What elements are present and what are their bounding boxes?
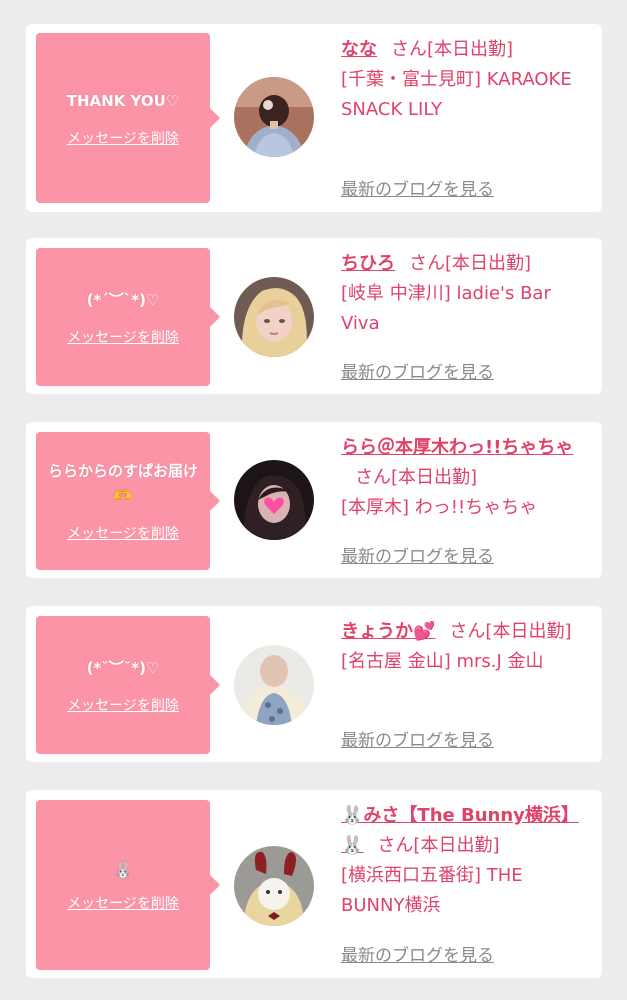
view-blog-link[interactable]: 最新のブログを見る	[341, 175, 494, 200]
girl-card: (*˘︶˘*)♡ メッセージを削除 きょうか💕 さん[本日出勤] [名古屋 金山]…	[26, 606, 602, 762]
work-status: [本日出勤]	[391, 467, 478, 488]
honorific: さん	[377, 835, 414, 856]
shop-name: [横浜西口五番街] THE BUNNY横浜	[341, 865, 523, 916]
honorific: さん	[355, 467, 391, 488]
delete-message-link[interactable]: メッセージを削除	[67, 893, 179, 913]
girl-name-link[interactable]: らら＠本厚木わっ!!ちゃちゃ	[341, 437, 573, 458]
girl-info: きょうか💕 さん[本日出勤] [名古屋 金山] mrs.J 金山	[341, 617, 591, 677]
shop-name: [岐阜 中津川] ladie's Bar Viva	[341, 283, 551, 334]
girl-card: 🐰 メッセージを削除 🐰みさ【The Bunny横浜】🐰 さん[本日出勤] [横浜…	[26, 790, 602, 978]
delete-message-link[interactable]: メッセージを削除	[67, 327, 179, 347]
message-text: 🐰	[113, 860, 133, 879]
woman-hair-updo-photo-icon	[234, 77, 314, 157]
work-status: [本日出勤]	[485, 621, 572, 642]
blonde-woman-photo-icon	[234, 277, 314, 357]
girl-info: らら＠本厚木わっ!!ちゃちゃさん[本日出勤] [本厚木] わっ!!ちゃちゃ	[341, 433, 591, 523]
view-blog-link[interactable]: 最新のブログを見る	[341, 726, 494, 751]
bunny-ears-woman-photo-icon	[234, 846, 314, 926]
dark-hair-heart-sticker-photo-icon	[234, 460, 314, 540]
avatar[interactable]	[234, 645, 314, 725]
girl-info: ちひろ さん[本日出勤] [岐阜 中津川] ladie's Bar Viva	[341, 249, 591, 339]
avatar[interactable]	[234, 460, 314, 540]
view-blog-link[interactable]: 最新のブログを見る	[341, 358, 494, 383]
honorific: さん	[409, 253, 445, 274]
honorific: さん	[391, 39, 427, 60]
message-bubble: (*´︶`*)♡ メッセージを削除	[36, 248, 220, 386]
message-text: (*´︶`*)♡	[86, 290, 160, 309]
girl-name-link[interactable]: きょうか💕	[341, 621, 435, 642]
delete-message-link[interactable]: メッセージを削除	[67, 695, 179, 715]
woman-cardigan-photo-icon	[234, 645, 314, 725]
delete-message-link[interactable]: メッセージを削除	[67, 523, 179, 543]
girl-name-link[interactable]: ちひろ	[341, 253, 395, 274]
honorific: さん	[449, 621, 486, 642]
avatar[interactable]	[234, 77, 314, 157]
avatar[interactable]	[234, 846, 314, 926]
message-text: THANK YOU♡	[66, 91, 180, 110]
message-bubble: THANK YOU♡ メッセージを削除	[36, 33, 220, 203]
shop-name: [千葉・富士見町] KARAOKE SNACK LILY	[341, 69, 572, 120]
avatar[interactable]	[234, 277, 314, 357]
girl-info: なな さん[本日出勤] [千葉・富士見町] KARAOKE SNACK LILY	[341, 35, 591, 125]
girl-card: ららからのすぱお届け🫶 メッセージを削除 らら＠本厚木わっ!!ちゃちゃさん[本日…	[26, 422, 602, 578]
message-bubble: 🐰 メッセージを削除	[36, 800, 220, 970]
work-status: [本日出勤]	[413, 835, 500, 856]
message-bubble: (*˘︶˘*)♡ メッセージを削除	[36, 616, 220, 754]
shop-name: [本厚木] わっ!!ちゃちゃ	[341, 497, 538, 518]
shop-name: [名古屋 金山] mrs.J 金山	[341, 651, 544, 672]
girl-card: THANK YOU♡ メッセージを削除 なな さん[本日出勤] [千葉・富士見町]…	[26, 24, 602, 212]
message-bubble: ららからのすぱお届け🫶 メッセージを削除	[36, 432, 220, 570]
girl-info: 🐰みさ【The Bunny横浜】🐰 さん[本日出勤] [横浜西口五番街] THE …	[341, 801, 591, 921]
message-text: ららからのすぱお届け🫶	[47, 462, 198, 505]
girl-card: (*´︶`*)♡ メッセージを削除 ちひろ さん[本日出勤] [岐阜 中津川] l…	[26, 238, 602, 394]
work-status: [本日出勤]	[445, 253, 532, 274]
delete-message-link[interactable]: メッセージを削除	[67, 128, 179, 148]
girl-name-link[interactable]: なな	[341, 39, 377, 60]
message-text: (*˘︶˘*)♡	[86, 658, 160, 677]
work-status: [本日出勤]	[427, 39, 514, 60]
view-blog-link[interactable]: 最新のブログを見る	[341, 542, 494, 567]
view-blog-link[interactable]: 最新のブログを見る	[341, 941, 494, 966]
